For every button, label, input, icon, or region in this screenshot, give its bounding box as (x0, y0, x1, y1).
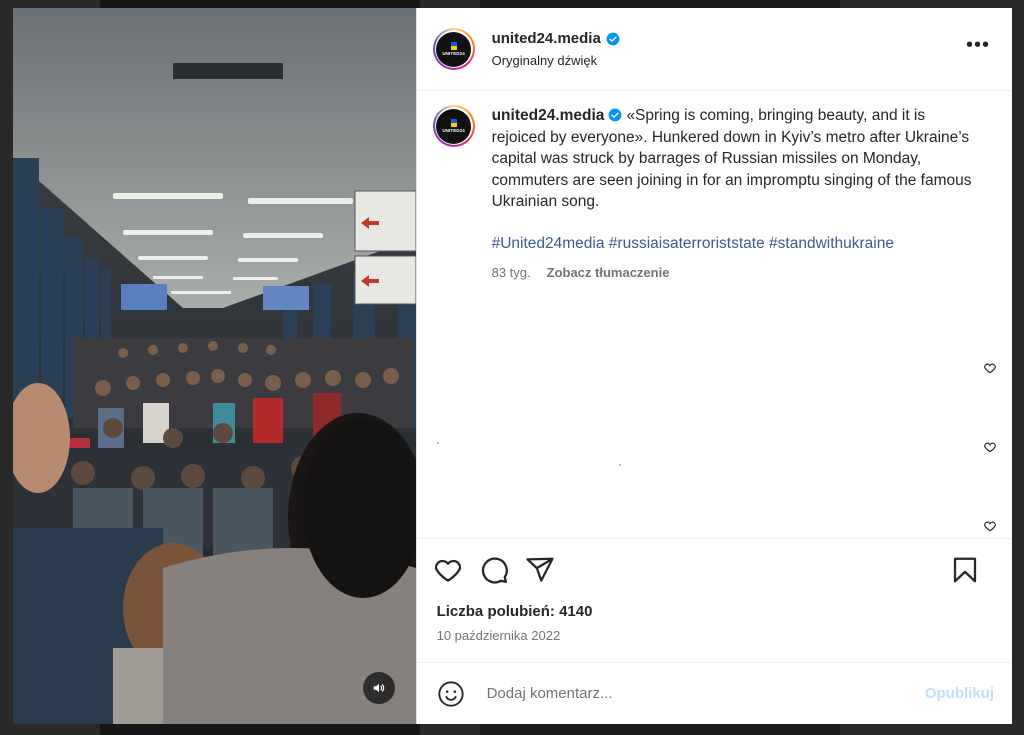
comment-like-heart-icon[interactable] (983, 361, 997, 375)
more-options-icon[interactable]: ••• (966, 35, 990, 55)
heart-icon[interactable] (433, 555, 463, 585)
sound-toggle-button[interactable] (363, 672, 395, 704)
united24-logo-icon: UNITED24 (436, 31, 472, 67)
paper-plane-icon[interactable] (525, 555, 555, 585)
publish-button[interactable]: Opublikuj (925, 685, 994, 702)
comment-like-heart-icon[interactable] (983, 440, 997, 454)
add-comment-bar: Opublikuj (416, 662, 1012, 724)
smiley-icon[interactable] (437, 680, 465, 708)
speaker-icon (373, 683, 385, 693)
post-modal: UNITED24 united24.media Oryginalny dźwię… (13, 8, 1012, 724)
audio-label[interactable]: Oryginalny dźwięk (492, 53, 620, 68)
loading-dot (618, 464, 621, 466)
hashtags: #United24media #russiaisaterroriststate … (492, 233, 972, 254)
post-age[interactable]: 83 tyg. (492, 265, 531, 280)
verified-badge-icon (606, 32, 620, 45)
caption-username[interactable]: united24.media (492, 107, 605, 124)
post-details-panel: UNITED24 united24.media Oryginalny dźwię… (415, 8, 1012, 724)
see-translation-button[interactable]: Zobacz tłumaczenie (547, 265, 670, 280)
verified-badge-icon (609, 108, 622, 122)
hashtag-link[interactable]: #russiaisaterroriststate (609, 235, 765, 252)
comment-input[interactable] (484, 684, 899, 703)
author-avatar[interactable]: UNITED24 (432, 28, 475, 70)
author-username[interactable]: united24.media (492, 30, 601, 47)
hashtag-link[interactable]: #United24media (492, 235, 605, 252)
post-video[interactable] (13, 8, 416, 724)
like-count[interactable]: Liczba polubień: 4140 (417, 600, 1012, 625)
post-date[interactable]: 10 października 2022 (417, 625, 1012, 662)
hashtag-link[interactable]: #standwithukraine (769, 235, 894, 252)
comment-like-heart-icon[interactable] (983, 519, 997, 533)
united24-logo-icon: UNITED24 (436, 108, 472, 144)
comments-section: UNITED24 united24.media «Spring is comin… (417, 91, 1012, 538)
bookmark-icon[interactable] (950, 555, 980, 585)
caption-author-avatar[interactable]: UNITED24 (432, 105, 475, 147)
metro-crowd-video-frame (13, 8, 416, 724)
post-header: UNITED24 united24.media Oryginalny dźwię… (416, 8, 1012, 91)
post-actions (416, 538, 1012, 600)
loading-dot (436, 442, 439, 444)
post-caption: UNITED24 united24.media «Spring is comin… (417, 91, 1012, 280)
comment-icon[interactable] (479, 555, 509, 585)
